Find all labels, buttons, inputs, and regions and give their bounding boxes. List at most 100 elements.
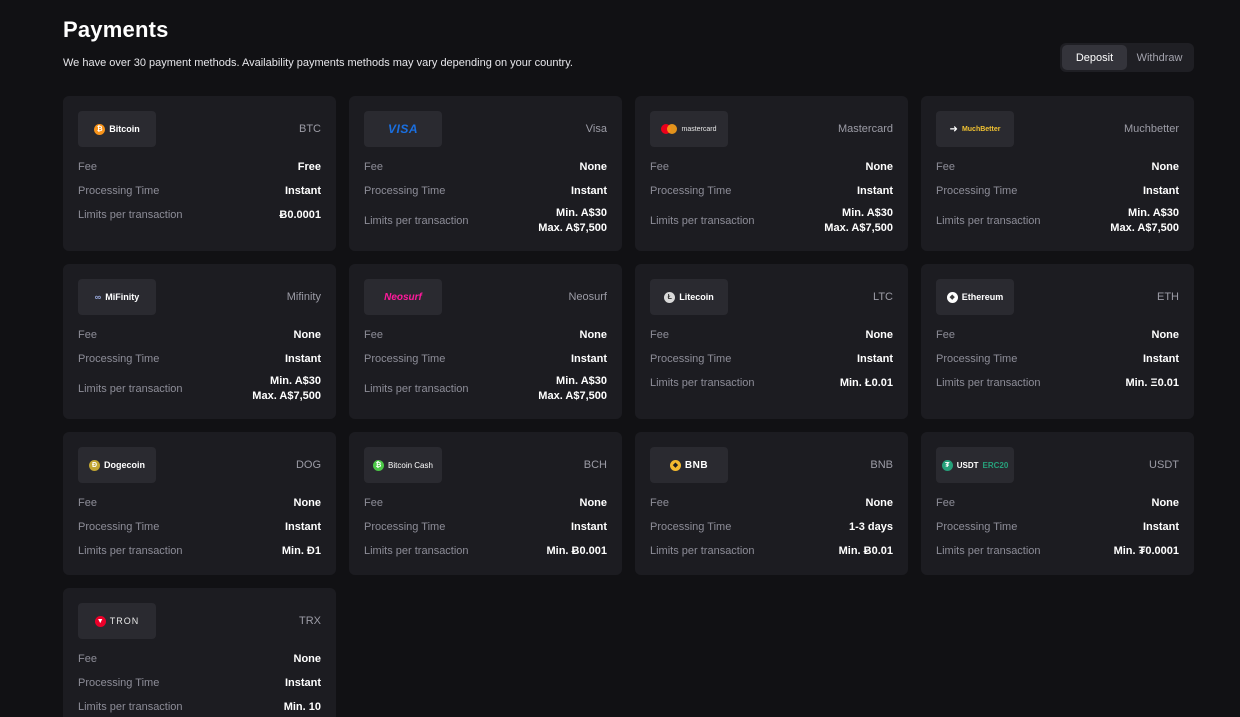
logo-text: Dogecoin <box>103 460 145 470</box>
litecoin-icon: Ł <box>664 291 676 303</box>
limits-label: Limits per transaction <box>650 215 755 227</box>
fee-value: None <box>293 652 322 665</box>
fee-value: None <box>865 496 894 509</box>
mifinity-icon: ∞ <box>94 292 102 302</box>
method-code: Visa <box>585 123 607 135</box>
payment-card-dogecoin[interactable]: Ð Dogecoin DOG Fee None Processing Time In… <box>63 432 336 575</box>
usdt-logo: ₮ USDT ERC20 <box>936 447 1014 483</box>
fee-label: Fee <box>78 161 97 173</box>
processing-value: Instant <box>570 184 607 197</box>
limits-value: Min. A$30 Max. A$7,500 <box>538 207 607 234</box>
logo-text: Neosurf <box>384 291 422 303</box>
neosurf-logo: Neosurf <box>364 279 442 315</box>
fee-value: None <box>865 160 894 173</box>
processing-label: Processing Time <box>936 185 1018 197</box>
method-code: DOG <box>295 459 321 471</box>
bitcoin-cash-logo: ₿ Bitcoin Cash <box>364 447 442 483</box>
deposit-withdraw-toggle: Deposit Withdraw <box>1060 43 1194 72</box>
processing-label: Processing Time <box>78 185 160 197</box>
fee-label: Fee <box>364 161 383 173</box>
processing-value: Instant <box>284 520 321 533</box>
mastercard-icon <box>661 124 678 134</box>
limits-value: Min. A$30 Max. A$7,500 <box>252 375 321 402</box>
muchbetter-logo: ➜ MuchBetter <box>936 111 1014 147</box>
bitcoin-icon: ₿ <box>94 123 106 135</box>
logo-text: mastercard <box>681 125 717 133</box>
logo-text: USDT <box>956 460 979 470</box>
limits-value: Min. Ł0.01 <box>839 376 893 389</box>
method-code: Neosurf <box>568 291 607 303</box>
processing-value: Instant <box>570 352 607 365</box>
tether-icon: ₮ <box>941 459 953 471</box>
logo-network-text: ERC20 <box>982 460 1009 470</box>
method-code: BTC <box>299 123 321 135</box>
processing-label: Processing Time <box>364 521 446 533</box>
payment-card-bnb[interactable]: ◆ BNB BNB Fee None Processing Time 1-3 day… <box>635 432 908 575</box>
fee-label: Fee <box>650 329 669 341</box>
method-code: ETH <box>1157 291 1179 303</box>
method-code: BCH <box>583 459 607 471</box>
payment-card-visa[interactable]: VISA Visa Fee None Processing Time Instant… <box>349 96 622 251</box>
processing-label: Processing Time <box>650 353 732 365</box>
limits-label: Limits per transaction <box>78 209 183 221</box>
logo-text: TRON <box>109 616 140 626</box>
logo-text: Ethereum <box>961 292 1004 302</box>
payment-card-tron[interactable]: ▼ TRON TRX Fee None Processing Time Instan… <box>63 588 336 717</box>
processing-value: Instant <box>856 352 893 365</box>
limits-label: Limits per transaction <box>78 383 183 395</box>
processing-value: Instant <box>570 520 607 533</box>
logo-text: Bitcoin Cash <box>388 460 433 470</box>
processing-label: Processing Time <box>364 185 446 197</box>
processing-value: Instant <box>284 352 321 365</box>
logo-text: Bitcoin <box>109 124 140 134</box>
payment-methods-grid: ₿ Bitcoin BTC Fee Free Processing Time Ins… <box>63 96 1194 717</box>
processing-label: Processing Time <box>650 521 732 533</box>
fee-label: Fee <box>364 497 383 509</box>
mastercard-logo: mastercard <box>650 111 728 147</box>
payment-card-neosurf[interactable]: Neosurf Neosurf Fee None Processing Time I… <box>349 264 622 419</box>
limits-value: Min. ₮0.0001 <box>1113 544 1179 557</box>
tron-icon: ▼ <box>94 615 106 627</box>
fee-value: None <box>579 496 608 509</box>
limits-value: Min. Ξ0.01 <box>1125 376 1179 389</box>
processing-value: Instant <box>1142 352 1179 365</box>
limits-label: Limits per transaction <box>78 701 183 713</box>
limits-value: Min. Ƀ0.001 <box>546 544 607 557</box>
fee-label: Fee <box>78 653 97 665</box>
payment-card-litecoin[interactable]: Ł Litecoin LTC Fee None Processing Time In… <box>635 264 908 419</box>
processing-label: Processing Time <box>364 353 446 365</box>
method-code: TRX <box>299 615 321 627</box>
logo-text: MiFinity <box>105 292 140 302</box>
payment-card-ethereum[interactable]: ◆ Ethereum ETH Fee None Processing Time In… <box>921 264 1194 419</box>
fee-label: Fee <box>936 161 955 173</box>
payment-card-mastercard[interactable]: mastercard Mastercard Fee None Processing… <box>635 96 908 251</box>
fee-value: None <box>865 328 894 341</box>
limits-value: Min. Ð1 <box>281 544 321 557</box>
bitcoin-cash-icon: ₿ <box>373 459 385 471</box>
withdraw-tab[interactable]: Withdraw <box>1127 45 1192 70</box>
ethereum-icon: ◆ <box>946 291 958 303</box>
logo-text: Litecoin <box>679 292 714 302</box>
processing-label: Processing Time <box>78 353 160 365</box>
processing-value: Instant <box>1142 184 1179 197</box>
payment-card-usdt[interactable]: ₮ USDT ERC20 USDT Fee None Processing Tim… <box>921 432 1194 575</box>
logo-text: MuchBetter <box>961 125 1001 133</box>
ethereum-logo: ◆ Ethereum <box>936 279 1014 315</box>
limits-label: Limits per transaction <box>78 545 183 557</box>
deposit-tab[interactable]: Deposit <box>1062 45 1127 70</box>
processing-label: Processing Time <box>936 521 1018 533</box>
dogecoin-icon: Ð <box>88 459 100 471</box>
fee-label: Fee <box>936 329 955 341</box>
limits-value: Min. Ƀ0.01 <box>838 544 893 557</box>
fee-value: Free <box>297 160 321 173</box>
processing-value: Instant <box>284 184 321 197</box>
payment-card-bitcoin[interactable]: ₿ Bitcoin BTC Fee Free Processing Time Ins… <box>63 96 336 251</box>
payment-card-mifinity[interactable]: ∞ MiFinity Mifinity Fee None Processing T… <box>63 264 336 419</box>
fee-value: None <box>293 328 322 341</box>
limits-label: Limits per transaction <box>650 377 755 389</box>
payment-card-muchbetter[interactable]: ➜ MuchBetter Muchbetter Fee None Processi… <box>921 96 1194 251</box>
logo-text: BNB <box>684 459 709 471</box>
payment-card-bitcoin-cash[interactable]: ₿ Bitcoin Cash BCH Fee None Processing Ti… <box>349 432 622 575</box>
bnb-icon: ◆ <box>669 459 681 471</box>
limits-label: Limits per transaction <box>936 545 1041 557</box>
